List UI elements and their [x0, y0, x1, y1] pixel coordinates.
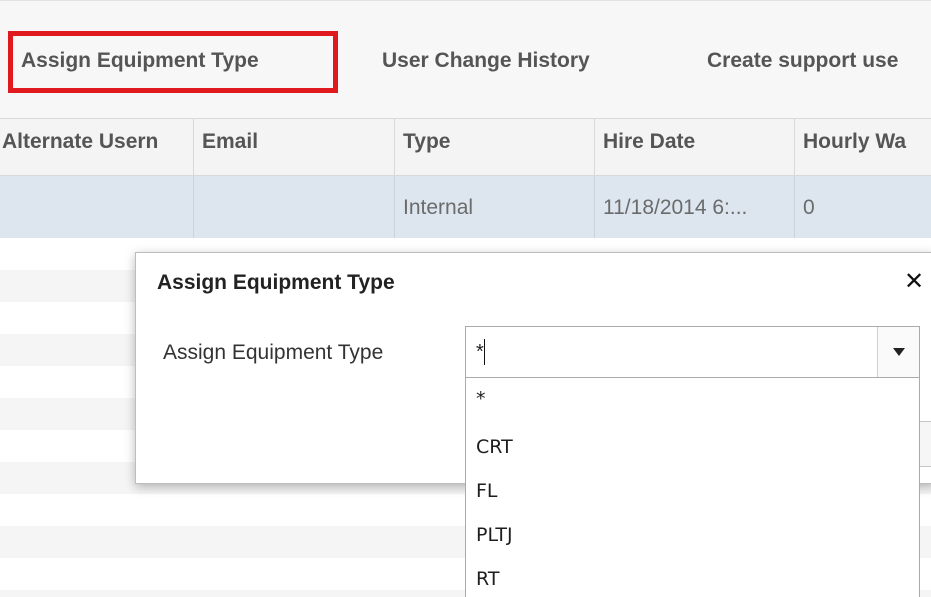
cell-alternate-username	[0, 176, 194, 238]
table-row[interactable]: Internal 11/18/2014 6:... 0	[0, 176, 931, 238]
equipment-type-combobox[interactable]	[465, 326, 920, 378]
dropdown-option[interactable]: RT	[476, 568, 499, 590]
dropdown-option[interactable]: PLTJ	[476, 524, 513, 546]
column-header-alternate-username[interactable]: Alternate Usern	[0, 119, 194, 175]
field-label: Assign Equipment Type	[163, 341, 384, 364]
dropdown-option[interactable]: *	[476, 388, 486, 410]
toolbar: Assign Equipment Type User Change Histor…	[0, 0, 931, 118]
user-change-history-button[interactable]: User Change History	[382, 49, 590, 73]
column-header-type[interactable]: Type	[395, 119, 595, 175]
cell-email	[194, 176, 395, 238]
column-header-hourly-wage[interactable]: Hourly Wa	[795, 119, 931, 175]
cell-type: Internal	[395, 176, 595, 238]
dialog-title: Assign Equipment Type	[157, 271, 395, 294]
grid-header: Alternate Usern Email Type Hire Date Hou…	[0, 118, 931, 176]
dropdown-toggle[interactable]	[877, 327, 919, 377]
dropdown-option[interactable]: CRT	[476, 436, 513, 458]
equipment-type-dropdown: * CRT FL PLTJ RT	[465, 378, 920, 597]
column-header-email[interactable]: Email	[194, 119, 395, 175]
create-support-user-button[interactable]: Create support use	[707, 49, 898, 73]
assign-equipment-type-button[interactable]: Assign Equipment Type	[21, 49, 259, 73]
dropdown-option[interactable]: FL	[476, 480, 498, 502]
cell-hourly-wage: 0	[803, 196, 815, 219]
text-caret	[484, 339, 485, 365]
column-header-hire-date[interactable]: Hire Date	[595, 119, 795, 175]
close-icon[interactable]: ✕	[904, 267, 924, 296]
cell-hire-date: 11/18/2014 6:...	[595, 176, 795, 238]
chevron-down-icon	[893, 348, 905, 356]
equipment-type-input[interactable]	[466, 327, 876, 377]
